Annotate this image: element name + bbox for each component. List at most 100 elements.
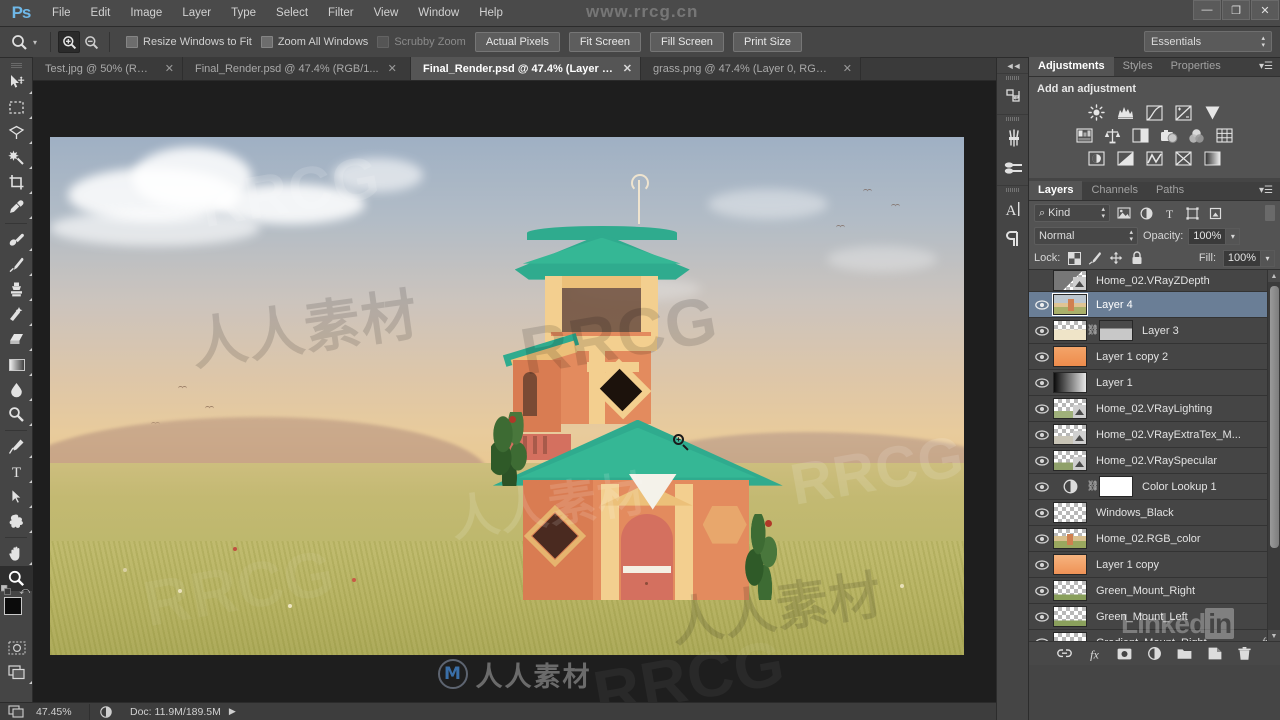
table-row[interactable]: Green_Mount_Right — [1029, 578, 1280, 604]
table-row[interactable]: Gradient_Mount_Right fx ▾ — [1029, 630, 1280, 641]
layer-thumbnail[interactable] — [1053, 632, 1087, 641]
add-style-icon[interactable]: fx — [1087, 646, 1102, 662]
table-row[interactable]: Layer 1 — [1029, 370, 1280, 396]
layer-mask-thumbnail[interactable] — [1099, 476, 1133, 497]
type-filter-icon[interactable]: T — [1160, 204, 1179, 222]
tab-final-render-1[interactable]: Final_Render.psd @ 47.4% (RGB/1... ✕ — [183, 57, 411, 80]
opacity-value[interactable]: 100% — [1188, 227, 1227, 245]
tab-properties[interactable]: Properties — [1162, 57, 1230, 76]
lock-position-icon[interactable] — [1109, 250, 1123, 266]
layer-visibility-toggle[interactable] — [1031, 370, 1053, 396]
link-layers-icon[interactable] — [1057, 646, 1072, 662]
table-row[interactable]: ⛓ Color Lookup 1 — [1029, 474, 1280, 500]
path-selection-tool[interactable] — [0, 484, 33, 509]
layer-visibility-toggle[interactable] — [1031, 578, 1053, 604]
menu-filter[interactable]: Filter — [318, 0, 364, 27]
panel-grip[interactable] — [0, 61, 32, 70]
delete-layer-icon[interactable] — [1237, 646, 1252, 662]
menu-edit[interactable]: Edit — [81, 0, 121, 27]
menu-layer[interactable]: Layer — [172, 0, 221, 27]
menu-view[interactable]: View — [364, 0, 409, 27]
resize-windows-to-fit-checkbox[interactable]: Resize Windows to Fit — [126, 36, 252, 48]
chevron-down-icon[interactable]: ▾ — [33, 38, 37, 47]
add-mask-icon[interactable] — [1117, 646, 1132, 662]
table-row[interactable]: Home_02.VRayExtraTex_M... — [1029, 422, 1280, 448]
lock-image-icon[interactable] — [1088, 250, 1102, 266]
layer-thumbnail[interactable] — [1053, 346, 1087, 367]
table-row[interactable]: Home_02.VRaySpecular — [1029, 448, 1280, 474]
hand-tool[interactable] — [0, 541, 33, 566]
tab-styles[interactable]: Styles — [1114, 57, 1162, 76]
layer-thumbnail[interactable] — [1053, 606, 1087, 627]
panel-menu-icon[interactable]: ▾☰ — [1252, 181, 1280, 200]
brush-tool[interactable] — [0, 252, 33, 277]
color-lookup-icon[interactable] — [1215, 127, 1234, 144]
layer-visibility-toggle[interactable] — [1031, 604, 1053, 630]
fit-screen-button[interactable]: Fit Screen — [568, 32, 641, 52]
adjustment-filter-icon[interactable] — [1137, 204, 1156, 222]
brush-presets-icon[interactable] — [997, 153, 1030, 183]
fill-screen-button[interactable]: Fill Screen — [649, 32, 724, 52]
mask-link-icon[interactable]: ⛓ — [1087, 325, 1100, 336]
layer-visibility-toggle[interactable] — [1031, 292, 1053, 318]
invert-icon[interactable] — [1087, 150, 1106, 167]
foreground-color-swatch[interactable] — [4, 597, 22, 615]
layer-thumbnail[interactable] — [1053, 450, 1087, 471]
menu-window[interactable]: Window — [408, 0, 469, 27]
panel-grip[interactable] — [997, 74, 1028, 82]
zoom-in-button[interactable] — [58, 31, 81, 53]
table-row[interactable]: Home_02.VRayLighting — [1029, 396, 1280, 422]
close-icon[interactable]: ✕ — [165, 62, 174, 75]
zoom-level-field[interactable]: 47.45% — [32, 703, 90, 720]
paragraph-icon[interactable] — [997, 224, 1030, 254]
collapse-panels-button[interactable]: ◄◄ — [997, 58, 1028, 73]
table-row[interactable]: Home_02.RGB_color — [1029, 526, 1280, 552]
actual-pixels-button[interactable]: Actual Pixels — [474, 32, 560, 52]
brushes-icon[interactable] — [997, 123, 1030, 153]
layer-visibility-toggle[interactable] — [1031, 344, 1053, 370]
custom-shape-tool[interactable] — [0, 509, 33, 534]
shape-filter-icon[interactable] — [1183, 204, 1202, 222]
close-icon[interactable]: ✕ — [623, 62, 632, 75]
eraser-tool[interactable] — [0, 327, 33, 352]
eyedropper-tool[interactable] — [0, 195, 33, 220]
minimize-button[interactable]: — — [1193, 0, 1221, 20]
panel-grip[interactable] — [997, 115, 1028, 123]
restore-button[interactable]: ❐ — [1222, 0, 1250, 20]
tab-test-jpg[interactable]: Test.jpg @ 50% (RGB... ✕ — [33, 57, 183, 80]
layer-visibility-toggle[interactable] — [1031, 526, 1053, 552]
exposure-icon[interactable] — [1174, 104, 1193, 121]
adjustment-layer-icon[interactable] — [1053, 479, 1087, 494]
layer-visibility-toggle[interactable] — [1031, 500, 1053, 526]
tab-adjustments[interactable]: Adjustments — [1029, 57, 1114, 76]
menu-file[interactable]: File — [42, 0, 81, 27]
layer-list[interactable]: Home_02.VRayZDepth Layer 4 ⛓ Layer 3 Lay… — [1029, 269, 1280, 641]
new-layer-icon[interactable] — [1207, 646, 1222, 662]
layer-thumbnail[interactable] — [1053, 320, 1087, 341]
crop-tool[interactable] — [0, 170, 33, 195]
layer-visibility-toggle[interactable] — [1031, 396, 1053, 422]
opacity-chevron-down-icon[interactable]: ▾ — [1226, 227, 1241, 245]
layer-thumbnail[interactable] — [1053, 398, 1087, 419]
close-button[interactable]: ✕ — [1251, 0, 1279, 20]
zoom-all-windows-checkbox[interactable]: Zoom All Windows — [260, 36, 368, 48]
quick-mask-button[interactable] — [0, 635, 33, 660]
print-size-button[interactable]: Print Size — [732, 32, 803, 52]
pen-tool[interactable] — [0, 434, 33, 459]
table-row[interactable]: Windows_Black — [1029, 500, 1280, 526]
vibrance-icon[interactable] — [1203, 104, 1222, 121]
pixel-filter-icon[interactable] — [1114, 204, 1133, 222]
gradient-map-icon[interactable] — [1203, 150, 1222, 167]
lock-all-icon[interactable] — [1130, 250, 1144, 266]
tab-final-render-active[interactable]: Final_Render.psd @ 47.4% (Layer 4, RGB/1… — [411, 57, 641, 80]
preview-icon[interactable] — [90, 703, 122, 720]
blend-mode-select[interactable]: Normal ▴ ▾ — [1034, 227, 1138, 245]
tab-grass-png[interactable]: grass.png @ 47.4% (Layer 0, RGB/... ✕ — [641, 57, 861, 80]
screen-mode-button[interactable] — [0, 660, 33, 685]
layer-thumbnail[interactable] — [1053, 424, 1087, 445]
fill-chevron-down-icon[interactable]: ▾ — [1261, 249, 1275, 267]
layer-thumbnail[interactable] — [1053, 372, 1087, 393]
threshold-icon[interactable] — [1145, 150, 1164, 167]
zoom-out-button[interactable] — [80, 31, 102, 53]
layer-visibility-toggle[interactable] — [1031, 630, 1053, 641]
